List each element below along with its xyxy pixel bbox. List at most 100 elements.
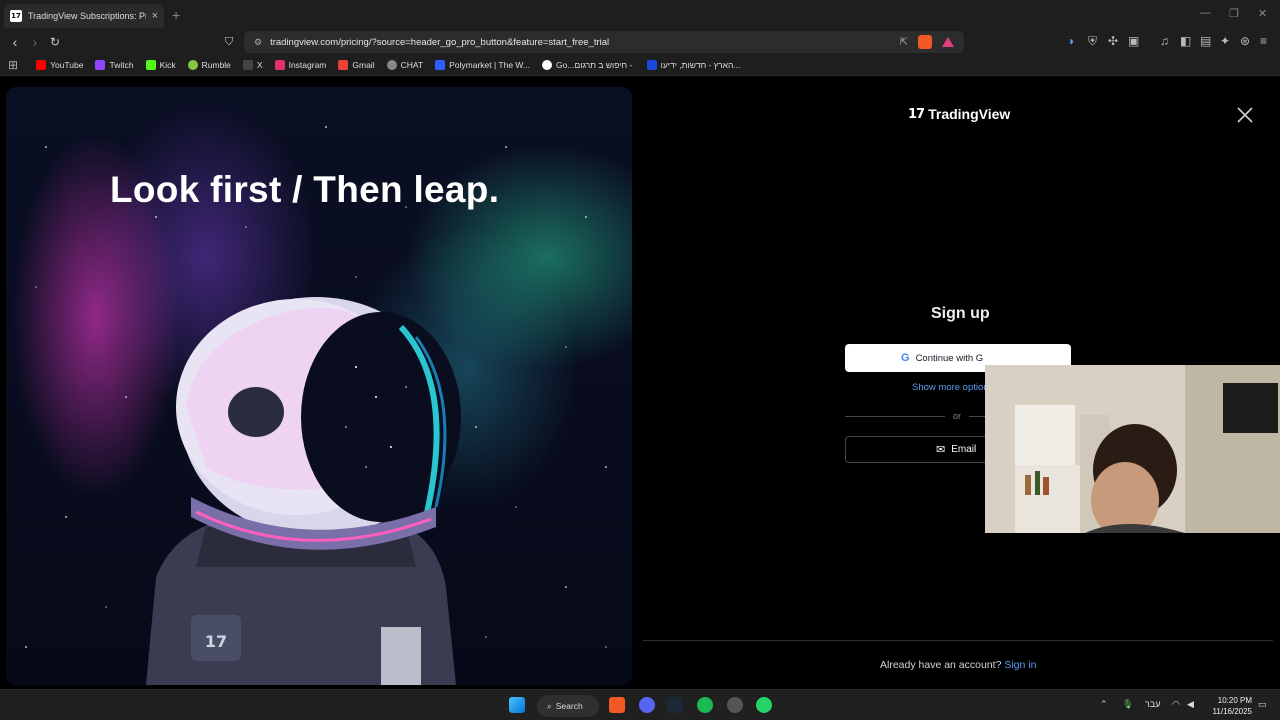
clock-date: 11/16/2025 bbox=[1212, 707, 1252, 716]
screenshot-icon[interactable]: ▣ bbox=[1128, 34, 1139, 48]
close-dialog-icon[interactable] bbox=[1236, 106, 1254, 124]
bookmark-polymarket[interactable]: Polymarket | The W... bbox=[435, 59, 531, 70]
tab-bar: 17 TradingView Subscriptions: Pricin × +… bbox=[0, 0, 1280, 30]
brand-name: TradingView bbox=[928, 106, 1011, 122]
microphone-icon[interactable]: 🎙 bbox=[1122, 699, 1133, 710]
webcam-overlay bbox=[985, 365, 1280, 533]
svg-text:17: 17 bbox=[205, 632, 227, 651]
bookmark-instagram[interactable]: Instagram bbox=[274, 59, 327, 70]
brave-rewards-icon[interactable] bbox=[942, 37, 954, 47]
music-icon[interactable]: ♫ bbox=[1160, 34, 1169, 48]
already-text: Already have an account? bbox=[880, 659, 1002, 671]
haaretz-icon bbox=[646, 59, 657, 70]
x-icon bbox=[242, 59, 253, 70]
page-content: 17 Look first / Then leap. 17 TradingVie… bbox=[0, 77, 1280, 687]
start-windows-icon[interactable] bbox=[509, 697, 525, 713]
wifi-icon[interactable]: ◠ bbox=[1172, 699, 1180, 710]
signin-prompt: Already have an account? Sign in bbox=[880, 659, 1036, 671]
minimize-icon[interactable]: — bbox=[1200, 7, 1211, 19]
vpn-shield-icon[interactable]: ⛨ bbox=[1088, 34, 1097, 49]
discord-icon[interactable] bbox=[639, 697, 655, 713]
whatsapp-icon[interactable] bbox=[756, 697, 772, 713]
google-button-label: Continue with G bbox=[915, 352, 984, 364]
bookmark-gmail[interactable]: Gmail bbox=[338, 59, 375, 70]
bookmark-google-translate[interactable]: Go...‏ - חיפוש ב‏ תרגום bbox=[542, 59, 635, 70]
webcam-feed-image bbox=[985, 365, 1280, 533]
brave-shields-icon[interactable] bbox=[918, 35, 932, 49]
tradingview-logo-icon: 17 bbox=[908, 106, 925, 122]
apps-grid-icon[interactable]: ⊞ bbox=[8, 58, 18, 72]
site-settings-icon[interactable]: ⚙ bbox=[254, 37, 262, 48]
navigation-bar: ‹ › ↻ ⛉ ⚙ tradingview.com/pricing/?sourc… bbox=[0, 30, 1280, 54]
hero-headline: Look first / Then leap. bbox=[110, 169, 500, 210]
url-text[interactable]: tradingview.com/pricing/?source=header_g… bbox=[270, 37, 900, 48]
bookmark-icon[interactable]: ⛉ bbox=[220, 33, 238, 51]
bookmark-label: Kick bbox=[159, 59, 176, 70]
hero-panel: 17 Look first / Then leap. bbox=[6, 87, 632, 685]
signin-link[interactable]: Sign in bbox=[1004, 659, 1036, 671]
extensions-icon[interactable]: ✣ bbox=[1108, 34, 1118, 48]
volume-icon[interactable]: ◀ bbox=[1187, 699, 1194, 710]
window-close-icon[interactable]: ✕ bbox=[1258, 7, 1267, 20]
system-clock[interactable]: 10:20 PM 11/16/2025 bbox=[1208, 695, 1252, 717]
bookmark-label: YouTube bbox=[50, 59, 84, 70]
bookmark-x[interactable]: X bbox=[242, 59, 263, 70]
speech-icon[interactable]: ◗ bbox=[1068, 34, 1075, 48]
bookmark-rumble[interactable]: Rumble bbox=[187, 59, 231, 70]
app-icon[interactable] bbox=[727, 697, 743, 713]
notifications-icon[interactable]: ▭ bbox=[1258, 699, 1267, 710]
spotify-icon[interactable] bbox=[697, 697, 713, 713]
tradingview-favicon-icon: 17 bbox=[10, 10, 22, 22]
sidebar-icon[interactable]: ◧ bbox=[1180, 34, 1191, 48]
language-indicator[interactable]: עבר bbox=[1145, 699, 1160, 709]
new-tab-button[interactable]: + bbox=[172, 7, 180, 23]
google-icon: G bbox=[901, 352, 910, 364]
kick-icon bbox=[145, 59, 156, 70]
tab-title: TradingView Subscriptions: Pricin bbox=[28, 11, 146, 21]
search-icon: ⌕ bbox=[547, 700, 552, 711]
envelope-icon: ✉ bbox=[936, 444, 946, 456]
wallet-icon[interactable]: ▤ bbox=[1200, 34, 1211, 48]
google-icon bbox=[542, 59, 553, 70]
bookmark-chat[interactable]: CHAT bbox=[386, 59, 424, 70]
bookmark-twitch[interactable]: Twitch bbox=[95, 59, 134, 70]
signup-title: Sign up bbox=[931, 305, 990, 322]
or-label: or bbox=[953, 411, 962, 421]
bookmark-label: CHAT bbox=[400, 59, 424, 70]
email-button-label: Email bbox=[951, 444, 977, 455]
bookmark-label: Rumble bbox=[201, 59, 231, 70]
footer-divider bbox=[643, 640, 1273, 641]
bookmark-label: הארץ - חדשות, ידיעו... bbox=[660, 59, 741, 70]
forward-icon[interactable]: › bbox=[26, 33, 44, 51]
youtube-icon bbox=[36, 59, 47, 70]
back-icon[interactable]: ‹ bbox=[6, 33, 24, 51]
tray-expand-icon[interactable]: ⌃ bbox=[1100, 699, 1108, 710]
menu-icon[interactable]: ≡ bbox=[1260, 34, 1267, 48]
tab-close-icon[interactable]: × bbox=[152, 10, 158, 22]
bookmark-label: Polymarket | The W... bbox=[449, 59, 531, 70]
tab-tradingview[interactable]: 17 TradingView Subscriptions: Pricin × bbox=[4, 4, 164, 28]
restore-icon[interactable]: ❐ bbox=[1229, 7, 1239, 20]
bookmark-haaretz[interactable]: הארץ - חדשות, ידיעו... bbox=[646, 59, 741, 70]
clock-time: 10:20 PM bbox=[1217, 696, 1252, 705]
bookmark-kick[interactable]: Kick bbox=[145, 59, 176, 70]
gmail-icon bbox=[338, 59, 349, 70]
bookmark-label: Go...‏ - חיפוש ב‏ תרגום bbox=[556, 59, 635, 70]
rumble-icon bbox=[187, 59, 198, 70]
reload-icon[interactable]: ↻ bbox=[46, 33, 64, 51]
instagram-icon bbox=[274, 59, 285, 70]
taskbar-search-button[interactable]: ⌕ Search bbox=[537, 695, 599, 717]
polymarket-icon bbox=[435, 59, 446, 70]
share-icon[interactable]: ⇱ bbox=[900, 37, 908, 48]
divider-line bbox=[845, 416, 945, 417]
search-label: Search bbox=[555, 701, 583, 711]
address-bar[interactable]: ⚙ tradingview.com/pricing/?source=header… bbox=[244, 31, 964, 53]
show-more-options-link[interactable]: Show more options bbox=[912, 382, 993, 393]
bookmark-youtube[interactable]: YouTube bbox=[36, 59, 84, 70]
leo-ai-icon[interactable]: ✦ bbox=[1220, 34, 1230, 48]
bookmark-label: Instagram bbox=[288, 59, 327, 70]
vpn-icon[interactable]: ⊛ bbox=[1240, 34, 1250, 48]
steam-icon[interactable] bbox=[667, 697, 683, 713]
tradingview-logo[interactable]: 17 TradingView bbox=[908, 106, 1010, 122]
brave-browser-icon[interactable] bbox=[609, 697, 625, 713]
